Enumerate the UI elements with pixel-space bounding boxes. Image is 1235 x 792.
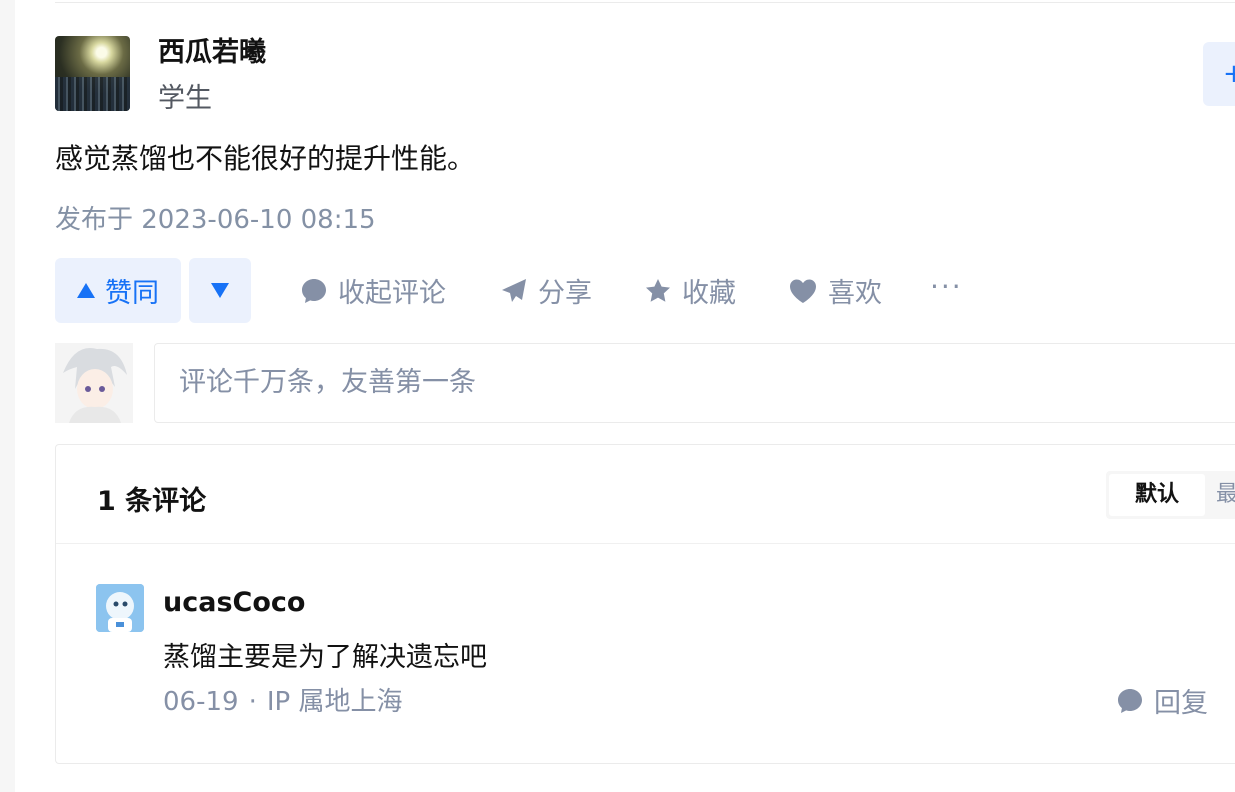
avatar-image-detail xyxy=(55,77,130,111)
author-bio: 学生 xyxy=(158,83,212,114)
author-avatar[interactable] xyxy=(55,36,130,111)
like-button[interactable]: 喜欢 xyxy=(788,258,882,323)
triangle-down-icon xyxy=(211,283,229,298)
divider xyxy=(55,2,1235,3)
follow-button[interactable]: + xyxy=(1203,42,1235,106)
favorite-button[interactable]: 收藏 xyxy=(644,258,736,323)
comment-ip-location: IP 属地上海 xyxy=(266,687,403,717)
share-label: 分享 xyxy=(538,278,592,309)
commenter-name[interactable]: ucasCoco xyxy=(163,587,305,618)
publish-time[interactable]: 发布于 2023-06-10 08:15 xyxy=(55,199,376,236)
star-icon xyxy=(646,278,670,302)
upvote-button[interactable]: 赞同 xyxy=(55,258,181,323)
comment-meta: 06-19 · IP 属地上海 xyxy=(163,681,402,718)
paper-plane-icon xyxy=(502,278,526,302)
upvote-label: 赞同 xyxy=(105,278,159,309)
current-user-avatar[interactable] xyxy=(55,343,133,423)
comment-date: 06-19 xyxy=(163,687,239,717)
astronaut-avatar-image xyxy=(96,584,144,632)
sort-latest-button[interactable]: 最新 xyxy=(1216,474,1235,516)
collapse-comments-label: 收起评论 xyxy=(338,278,446,309)
comment-text: 蒸馏主要是为了解决遗忘吧 xyxy=(163,642,487,673)
sort-default-button[interactable]: 默认 xyxy=(1109,474,1205,516)
comment-count: 1 条评论 xyxy=(97,486,207,517)
author-name[interactable]: 西瓜若曦 xyxy=(158,30,266,69)
collapse-comments-button[interactable]: 收起评论 xyxy=(300,258,446,323)
reply-label: 回复 xyxy=(1154,688,1208,719)
separator-dot: · xyxy=(248,687,257,717)
favorite-label: 收藏 xyxy=(682,278,736,309)
anime-avatar-image xyxy=(55,343,133,423)
heart-icon xyxy=(790,279,816,303)
commenter-avatar[interactable] xyxy=(96,584,144,632)
comment-bubble-icon xyxy=(1118,688,1142,713)
like-label: 喜欢 xyxy=(828,278,882,309)
more-icon[interactable]: ··· xyxy=(930,270,963,303)
downvote-button[interactable] xyxy=(189,258,251,323)
triangle-up-icon xyxy=(77,283,95,298)
share-button[interactable]: 分享 xyxy=(500,258,592,323)
answer-content: 感觉蒸馏也不能很好的提升性能。 xyxy=(55,142,476,175)
comments-panel: 1 条评论 默认 最新 ucasCoco 蒸馏主要是为了解决遗忘吧 06-19 ·… xyxy=(55,444,1235,764)
comment-bubble-icon xyxy=(302,278,326,303)
comment-input[interactable]: 评论千万条，友善第一条 xyxy=(154,343,1235,423)
reply-button[interactable]: 回复 xyxy=(1116,681,1208,720)
divider xyxy=(56,543,1235,544)
sort-toggle: 默认 最新 xyxy=(1106,471,1235,519)
